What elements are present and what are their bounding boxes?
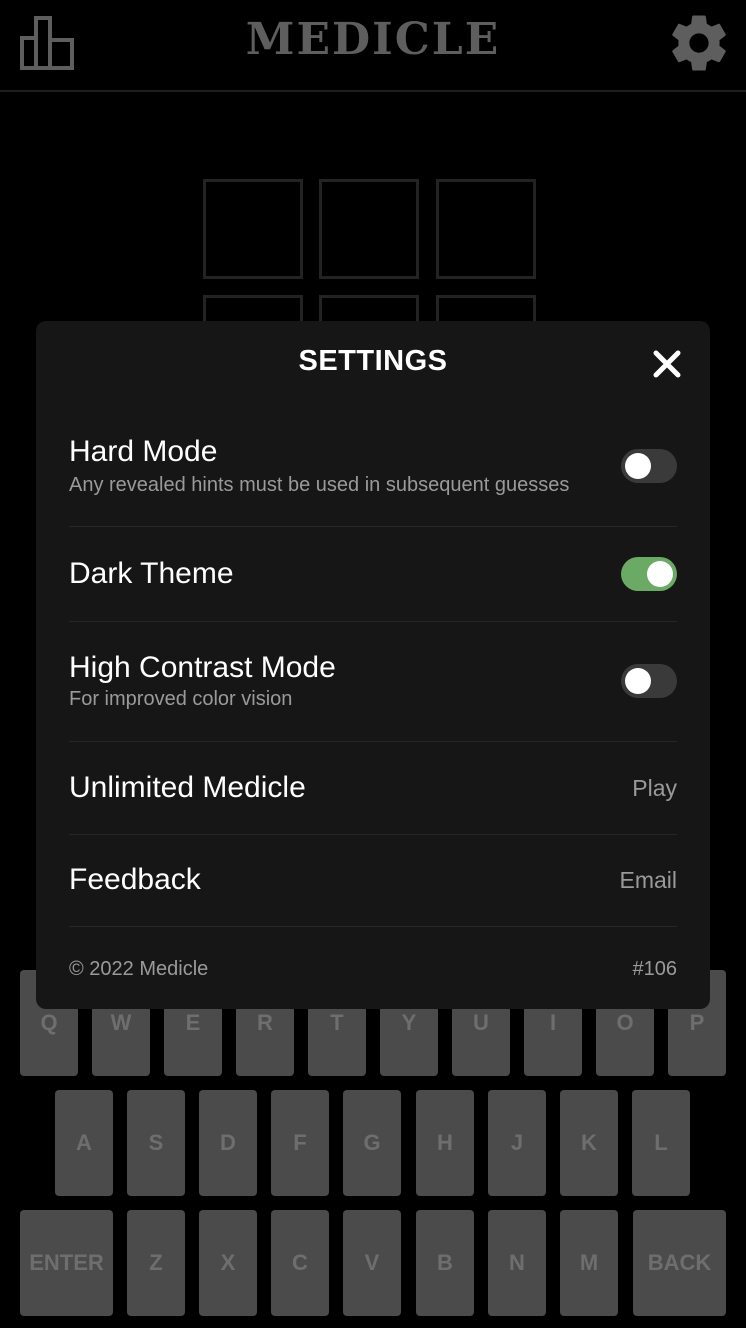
gear-icon[interactable]: [666, 10, 732, 76]
toggle-knob: [625, 453, 651, 479]
hard-mode-row: Hard Mode Any revealed hints must be use…: [69, 421, 677, 527]
key-h[interactable]: H: [416, 1090, 474, 1196]
unlimited-label: Unlimited Medicle: [69, 771, 306, 804]
hard-mode-label: Hard Mode: [69, 435, 218, 468]
dark-theme-row: Dark Theme: [69, 526, 677, 622]
settings-modal: SETTINGS Hard Mode Any revealed hints mu…: [36, 321, 710, 1009]
key-a[interactable]: A: [55, 1090, 113, 1196]
app-header: MEDICLE: [0, 0, 746, 92]
key-b[interactable]: B: [416, 1210, 474, 1316]
dark-theme-toggle[interactable]: [621, 557, 677, 591]
toggle-knob: [647, 561, 673, 587]
hard-mode-toggle[interactable]: [621, 449, 677, 483]
app-title: MEDICLE: [245, 14, 501, 65]
puzzle-number: #106: [632, 958, 678, 980]
key-s[interactable]: S: [127, 1090, 185, 1196]
feedback-row: Feedback Email: [69, 834, 677, 927]
key-l[interactable]: L: [632, 1090, 690, 1196]
unlimited-row: Unlimited Medicle Play: [69, 741, 677, 835]
key-d[interactable]: D: [199, 1090, 257, 1196]
key-v[interactable]: V: [343, 1210, 401, 1316]
high-contrast-toggle[interactable]: [621, 664, 677, 698]
high-contrast-label: High Contrast Mode: [69, 651, 336, 684]
key-z[interactable]: Z: [127, 1210, 185, 1316]
grid-tile: [436, 179, 536, 279]
hard-mode-description: Any revealed hints must be used in subse…: [69, 474, 570, 496]
modal-title: SETTINGS: [298, 345, 448, 377]
back-key[interactable]: BACK: [633, 1210, 726, 1316]
grid-tile: [203, 179, 303, 279]
key-m[interactable]: M: [560, 1210, 618, 1316]
copyright-text: © 2022 Medicle: [69, 958, 209, 980]
high-contrast-row: High Contrast Mode For improved color vi…: [69, 621, 677, 742]
feedback-label: Feedback: [69, 863, 201, 896]
key-k[interactable]: K: [560, 1090, 618, 1196]
dark-theme-label: Dark Theme: [69, 557, 234, 590]
close-icon[interactable]: [650, 347, 684, 381]
key-n[interactable]: N: [488, 1210, 546, 1316]
key-j[interactable]: J: [488, 1090, 546, 1196]
key-x[interactable]: X: [199, 1210, 257, 1316]
key-g[interactable]: G: [343, 1090, 401, 1196]
high-contrast-description: For improved color vision: [69, 688, 293, 710]
grid-tile: [319, 179, 419, 279]
enter-key[interactable]: ENTER: [20, 1210, 113, 1316]
play-link[interactable]: Play: [632, 775, 677, 802]
key-c[interactable]: C: [271, 1210, 329, 1316]
email-link[interactable]: Email: [619, 867, 677, 894]
key-f[interactable]: F: [271, 1090, 329, 1196]
toggle-knob: [625, 668, 651, 694]
